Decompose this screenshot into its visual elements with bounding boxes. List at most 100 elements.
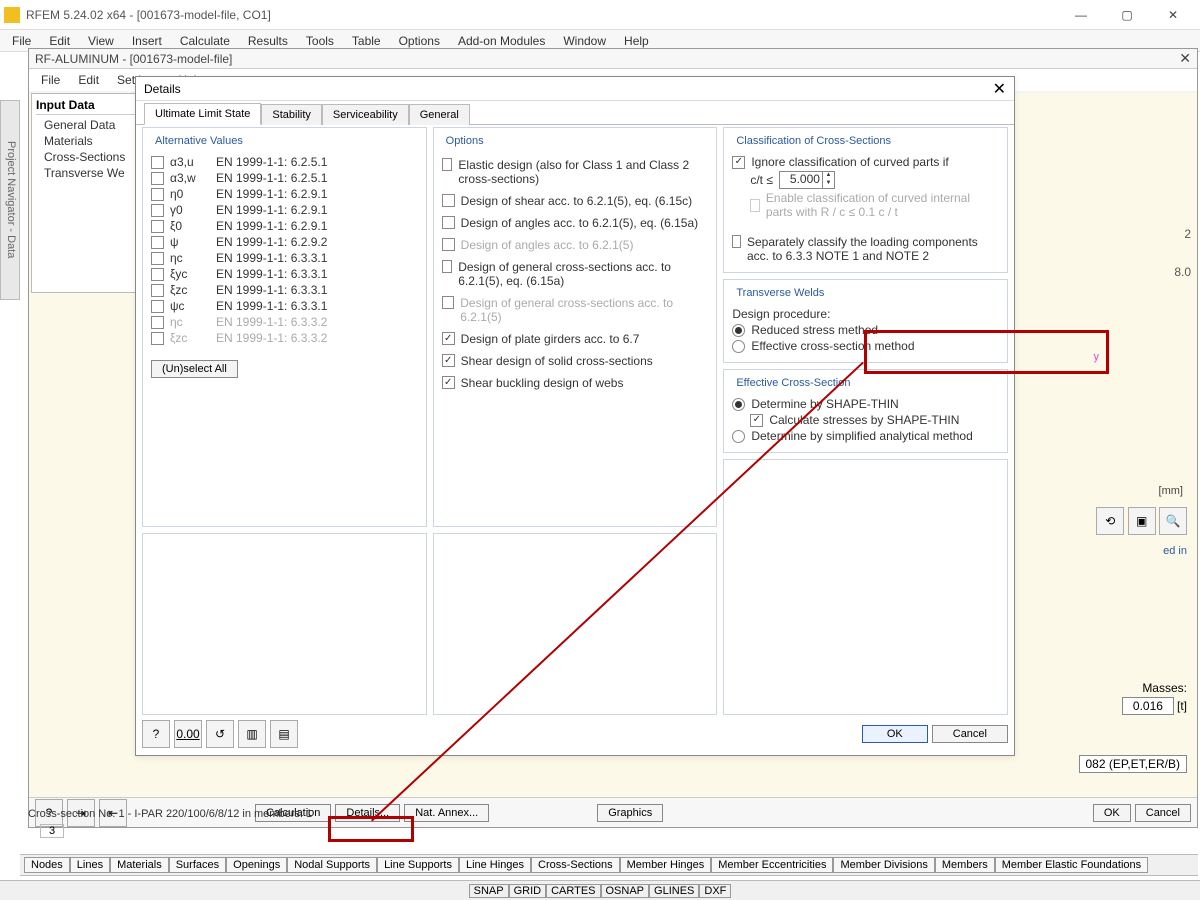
ct-value-input[interactable]: 5.000 ▲▼ [779, 171, 835, 189]
menu-addon[interactable]: Add-on Modules [450, 32, 553, 50]
bottom-tab-12[interactable]: Members [935, 857, 995, 873]
chk-altval-0[interactable] [151, 156, 164, 169]
radio-simplified[interactable] [732, 430, 745, 443]
bottom-tab-5[interactable]: Nodal Supports [287, 857, 377, 873]
bottom-tab-0[interactable]: Nodes [24, 857, 70, 873]
tree-cross-sections[interactable]: Cross-Sections [36, 149, 146, 165]
group-title-altvalues: Alternative Values [151, 135, 247, 147]
chk-altval-3[interactable] [151, 204, 164, 217]
bottom-tab-2[interactable]: Materials [110, 857, 169, 873]
status-seg-5[interactable]: DXF [699, 884, 731, 898]
chk-option-4[interactable] [442, 260, 453, 273]
tree-materials[interactable]: Materials [36, 133, 146, 149]
radio-shape-thin[interactable] [732, 398, 745, 411]
bottom-tab-10[interactable]: Member Eccentricities [711, 857, 833, 873]
tab-stability[interactable]: Stability [261, 104, 322, 125]
close-button[interactable]: ✕ [1150, 1, 1196, 29]
graphics-button[interactable]: Graphics [597, 804, 663, 822]
ref-altval-0: EN 1999-1-1: 6.2.5.1 [216, 155, 327, 169]
maximize-button[interactable]: ▢ [1104, 1, 1150, 29]
bottom-tab-11[interactable]: Member Divisions [833, 857, 934, 873]
menu-edit[interactable]: Edit [41, 32, 78, 50]
chk-calc-stresses[interactable] [750, 414, 763, 427]
sym-altval-5: ψ [170, 235, 210, 249]
chk-altval-8[interactable] [151, 284, 164, 297]
chk-option-7[interactable] [442, 354, 455, 367]
input-data-tree: Input Data General Data Materials Cross-… [31, 93, 151, 293]
subwindow-title: RF-ALUMINUM - [001673-model-file] [35, 52, 232, 66]
submenu-edit[interactable]: Edit [70, 71, 107, 89]
view-icon-2[interactable]: ▣ [1128, 507, 1156, 535]
nat-annex-button[interactable]: Nat. Annex... [404, 804, 489, 822]
group-empty-3 [723, 459, 1008, 715]
material-fragment: 082 (EP,ET,ER/B) [1079, 755, 1188, 773]
chk-altval-2[interactable] [151, 188, 164, 201]
lbl-calc-stresses: Calculate stresses by SHAPE-THIN [769, 413, 959, 427]
status-seg-3[interactable]: OSNAP [601, 884, 650, 898]
bottom-tab-9[interactable]: Member Hinges [620, 857, 712, 873]
menu-help[interactable]: Help [616, 32, 657, 50]
menu-results[interactable]: Results [240, 32, 296, 50]
status-seg-0[interactable]: SNAP [469, 884, 509, 898]
status-seg-4[interactable]: GLINES [649, 884, 699, 898]
bottom-tab-13[interactable]: Member Elastic Foundations [995, 857, 1148, 873]
menu-options[interactable]: Options [391, 32, 448, 50]
tree-general-data[interactable]: General Data [36, 117, 146, 133]
load-profile-icon[interactable]: ▤ [270, 720, 298, 748]
details-button[interactable]: Details... [335, 804, 400, 822]
subwindow-close-icon[interactable]: ✕ [1179, 50, 1191, 67]
menu-table[interactable]: Table [344, 32, 389, 50]
chk-altval-7[interactable] [151, 268, 164, 281]
save-profile-icon[interactable]: ▥ [238, 720, 266, 748]
dialog-title: Details [144, 82, 181, 96]
menu-file[interactable]: File [4, 32, 39, 50]
radio-reduced-stress[interactable] [732, 324, 745, 337]
object-tabs: NodesLinesMaterialsSurfacesOpeningsNodal… [20, 854, 1198, 876]
bottom-tab-4[interactable]: Openings [226, 857, 287, 873]
chk-option-8[interactable] [442, 376, 455, 389]
menu-insert[interactable]: Insert [124, 32, 170, 50]
chk-altval-6[interactable] [151, 252, 164, 265]
chk-altval-5[interactable] [151, 236, 164, 249]
dialog-body: Alternative Values α3,u EN 1999-1-1: 6.2… [142, 127, 1008, 715]
menu-view[interactable]: View [80, 32, 122, 50]
view-icon-1[interactable]: ⟲ [1096, 507, 1124, 535]
dialog-cancel-button[interactable]: Cancel [932, 725, 1008, 743]
chk-option-2[interactable] [442, 216, 455, 229]
project-navigator-tab[interactable]: Project Navigator - Data [0, 100, 20, 300]
menu-window[interactable]: Window [555, 32, 614, 50]
chk-option-0[interactable] [442, 158, 453, 171]
status-seg-1[interactable]: GRID [509, 884, 547, 898]
dialog-close-icon[interactable]: ✕ [993, 79, 1006, 99]
subwin-ok-button[interactable]: OK [1093, 804, 1131, 822]
chk-ignore-curved[interactable] [732, 156, 745, 169]
dialog-ok-button[interactable]: OK [862, 725, 928, 743]
units-icon[interactable]: 0.00 [174, 720, 202, 748]
minimize-button[interactable]: — [1058, 1, 1104, 29]
radio-effective-cs[interactable] [732, 340, 745, 353]
chk-option-1[interactable] [442, 194, 455, 207]
chk-option-6[interactable] [442, 332, 455, 345]
bottom-tab-3[interactable]: Surfaces [169, 857, 226, 873]
tab-serviceability[interactable]: Serviceability [322, 104, 409, 125]
menu-tools[interactable]: Tools [298, 32, 342, 50]
status-seg-2[interactable]: CARTES [546, 884, 600, 898]
subwin-cancel-button[interactable]: Cancel [1135, 804, 1191, 822]
chk-altval-1[interactable] [151, 172, 164, 185]
unselect-all-button[interactable]: (Un)select All [151, 360, 238, 378]
help-icon-dialog[interactable]: ? [142, 720, 170, 748]
tab-general[interactable]: General [409, 104, 470, 125]
submenu-file[interactable]: File [33, 71, 68, 89]
chk-altval-9[interactable] [151, 300, 164, 313]
tree-transverse-welds[interactable]: Transverse We [36, 165, 146, 181]
menu-calculate[interactable]: Calculate [172, 32, 238, 50]
view-icon-3[interactable]: 🔍 [1159, 507, 1187, 535]
reset-icon[interactable]: ↺ [206, 720, 234, 748]
bottom-tab-8[interactable]: Cross-Sections [531, 857, 620, 873]
bottom-tab-7[interactable]: Line Hinges [459, 857, 531, 873]
bottom-tab-6[interactable]: Line Supports [377, 857, 459, 873]
chk-separately-classify[interactable] [732, 235, 741, 248]
bottom-tab-1[interactable]: Lines [70, 857, 110, 873]
tab-ultimate-limit-state[interactable]: Ultimate Limit State [144, 103, 261, 125]
chk-altval-4[interactable] [151, 220, 164, 233]
